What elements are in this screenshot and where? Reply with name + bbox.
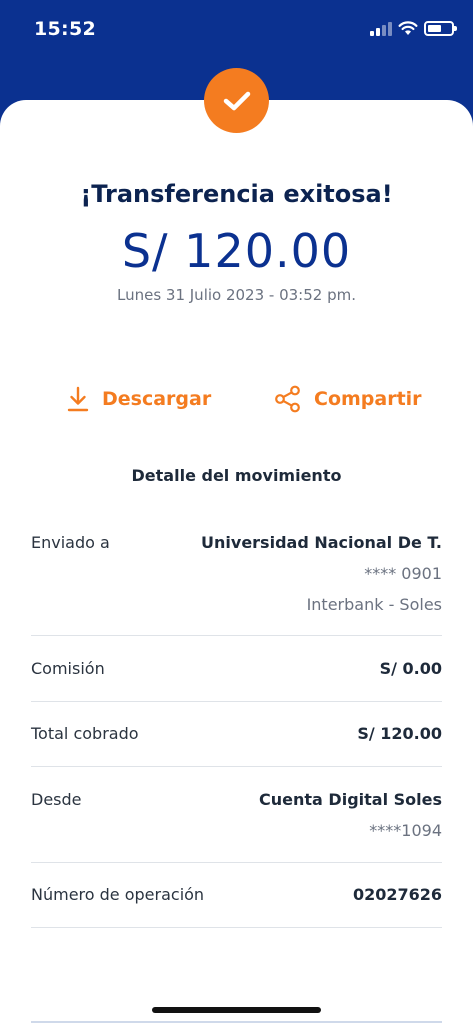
row-divider	[31, 862, 442, 863]
detail-label: Comisión	[31, 659, 105, 678]
success-badge	[204, 68, 269, 133]
share-icon	[275, 385, 300, 413]
status-bar: 15:52	[0, 0, 473, 60]
recipient-account: **** 0901	[364, 564, 442, 583]
recipient-name: Universidad Nacional De T.	[201, 533, 442, 552]
bottom-edge-line	[31, 1021, 442, 1023]
share-button[interactable]: Compartir	[274, 382, 422, 416]
cellular-signal-icon	[370, 22, 392, 36]
row-divider	[31, 766, 442, 767]
download-button[interactable]: Descargar	[66, 382, 211, 416]
wifi-icon	[398, 21, 418, 35]
row-divider	[31, 927, 442, 928]
detail-label: Total cobrado	[31, 724, 139, 743]
total-value: S/ 120.00	[357, 724, 442, 743]
success-title: ¡Transferencia exitosa!	[80, 180, 393, 208]
detail-section-title: Detalle del movimiento	[131, 466, 342, 485]
recipient-bank: Interbank - Soles	[306, 595, 442, 614]
operation-number: 02027626	[352, 885, 442, 904]
transfer-datetime: Lunes 31 Julio 2023 - 03:52 pm.	[116, 286, 356, 304]
check-icon	[223, 91, 250, 110]
battery-icon	[424, 21, 457, 36]
detail-label: Desde	[31, 790, 82, 809]
download-label: Descargar	[102, 388, 212, 410]
source-account-name: Cuenta Digital Soles	[259, 790, 442, 809]
detail-label: Número de operación	[31, 885, 205, 904]
detail-label: Enviado a	[31, 533, 110, 552]
commission-value: S/ 0.00	[379, 659, 442, 678]
row-divider	[31, 701, 442, 702]
home-indicator[interactable]	[152, 1007, 321, 1013]
share-label: Compartir	[314, 388, 422, 410]
row-divider	[31, 635, 442, 636]
transfer-amount: S/ 120.00	[121, 224, 352, 278]
source-account-number: ****1094	[369, 821, 442, 840]
download-icon	[67, 386, 89, 412]
status-time: 15:52	[34, 18, 96, 40]
